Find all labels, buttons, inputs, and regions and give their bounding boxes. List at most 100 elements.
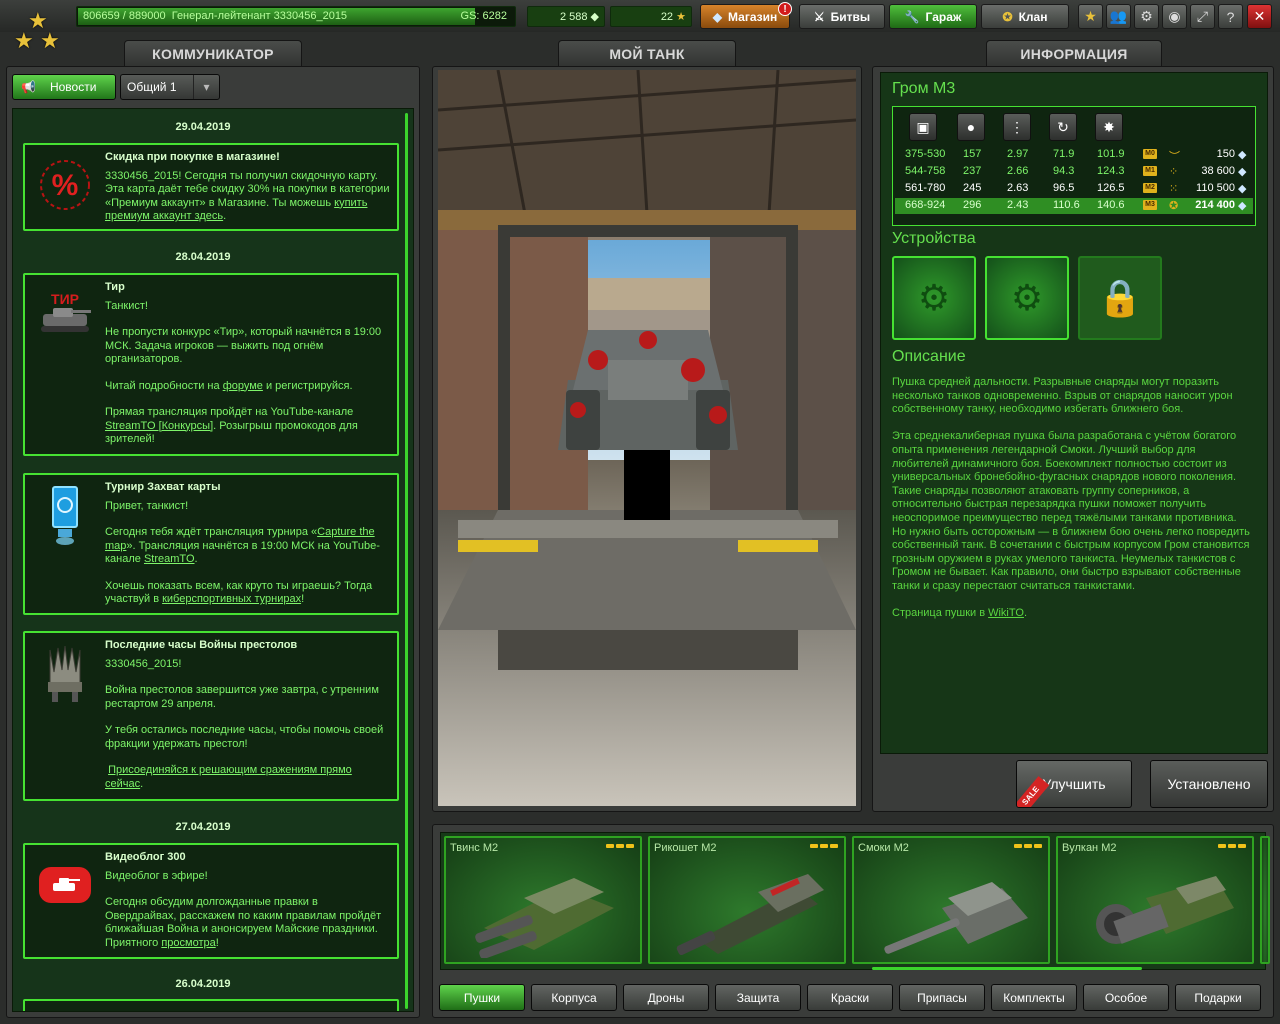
news-card: Видеоблог 300 Видеоблог в эфире! Сегодня… — [23, 843, 399, 959]
category-tab[interactable]: Комплекты — [991, 984, 1077, 1011]
tab-my-tank[interactable]: МОЙ ТАНК — [558, 40, 736, 68]
category-tab[interactable]: Подарки — [1175, 984, 1261, 1011]
achievements-button[interactable]: ★ — [1078, 4, 1103, 29]
wiki-link[interactable]: WikiTO — [988, 607, 1024, 619]
news-feed[interactable]: 29.04.2019 % Скидка при покупке в магази… — [12, 108, 414, 1012]
crystal-icon: ◆ — [1238, 183, 1247, 195]
news-button[interactable]: 📢 Новости — [12, 74, 116, 100]
category-tab[interactable]: Особое — [1083, 984, 1169, 1011]
category-tab[interactable]: Дроны — [623, 984, 709, 1011]
rank-dots-icon: ⁙ — [1169, 183, 1179, 195]
battles-button[interactable]: ⚔ Битвы — [799, 4, 885, 29]
category-tab[interactable]: Корпуса — [531, 984, 617, 1011]
category-tab[interactable]: Краски — [807, 984, 893, 1011]
megaphone-icon: 📢 — [21, 80, 36, 94]
stats-table: ▣ ● ⋮ ↻ ✸ 375-530 157 2.97 71.9 101.9 M0… — [892, 106, 1256, 226]
upgrade-button[interactable]: SALE Улучшить — [1016, 760, 1132, 808]
fullscreen-button[interactable]: ⤢ — [1190, 4, 1215, 29]
stat-impact: 296 — [963, 199, 982, 211]
help-button[interactable]: ? — [1218, 4, 1243, 29]
device-slot-3-locked[interactable]: 🔒 — [1078, 256, 1162, 340]
device-slot-1[interactable]: ⚙ — [892, 256, 976, 340]
item-card-name: Рикошет M2 — [654, 842, 717, 854]
stat-price: 150 — [1216, 148, 1235, 160]
item-card-ricochet[interactable]: Рикошет M2 — [648, 836, 846, 964]
item-card-name: Твинс M2 — [450, 842, 499, 854]
category-tab[interactable]: Припасы — [899, 984, 985, 1011]
news-title: Тир — [105, 281, 125, 293]
news-text: Привет, танкист! — [105, 499, 189, 512]
news-card — [23, 999, 399, 1011]
smoky-turret-icon — [884, 882, 1028, 954]
garage-label: Гараж — [925, 9, 962, 24]
devices-heading: Устройства — [892, 230, 976, 247]
sound-button[interactable]: ◉ — [1162, 4, 1187, 29]
news-scrollbar[interactable] — [405, 113, 408, 1009]
news-text: Хочешь показать всем, как круто ты играе… — [105, 580, 391, 607]
channel-select[interactable]: Общий 1 ▾ — [120, 74, 220, 100]
turret-rotation-icon: ↻ — [1049, 113, 1077, 141]
crystals-amount: 2 588 — [559, 11, 588, 23]
item-card-name: Вулкан M2 — [1062, 842, 1117, 854]
modification-level-indicator — [606, 844, 634, 848]
shop-notification-badge: ! — [778, 2, 792, 16]
item-card-partial[interactable] — [1260, 836, 1270, 964]
stats-row-m0[interactable]: 375-530 157 2.97 71.9 101.9 M0 ︶ 150 ◆ — [895, 147, 1253, 163]
news-date: 29.04.2019 — [175, 121, 231, 133]
tab-communicator[interactable]: КОММУНИКАТОР — [124, 40, 302, 68]
settings-button[interactable]: ⚙ — [1134, 4, 1159, 29]
crystal-icon: ◆ — [1238, 200, 1247, 212]
modification-level-indicator — [1014, 844, 1042, 848]
news-card: ТИР Тир Танкист! Не пропусти конкурс «Ти… — [23, 273, 399, 456]
splash-radius-icon: ✸ — [1095, 113, 1123, 141]
clan-button[interactable]: ✪ Клан — [981, 4, 1069, 29]
svg-text:ТИР: ТИР — [51, 291, 79, 307]
wrench-icon: 🔧 — [904, 9, 920, 24]
item-card-twins[interactable]: Твинс M2 — [444, 836, 642, 964]
friends-button[interactable]: 👥 — [1106, 4, 1131, 29]
stats-row-m1[interactable]: 544-758 237 2.66 94.3 124.3 M1 ⁘ 38 600 … — [895, 164, 1253, 180]
news-text-part: Сегодня тебя ждёт трансляция турнира « — [105, 526, 318, 538]
installed-button[interactable]: Установлено — [1150, 760, 1268, 808]
stream-contests-link[interactable]: StreamTO [Конкурсы] — [105, 420, 213, 432]
mod-m2-badge: M2 — [1143, 183, 1157, 193]
svg-text:%: % — [52, 169, 79, 202]
category-tab[interactable]: Пушки — [439, 984, 525, 1011]
ricochet-turret-icon — [676, 874, 824, 955]
news-text: Сегодня обсудим долгожданные правки в Ов… — [105, 896, 391, 950]
stat-reload: 2.63 — [1007, 182, 1029, 194]
stat-radius: 124.3 — [1097, 165, 1125, 177]
rank-progress-text: 806659 / 889000 Генерал-лейтенант 333045… — [83, 10, 348, 22]
rank-name: Генерал-лейтенант 3330456_2015 — [171, 10, 348, 22]
item-card-vulcan[interactable]: Вулкан M2 — [1056, 836, 1254, 964]
tank-preview-3d[interactable] — [438, 70, 856, 806]
news-text: Война престолов завершится уже завтра, с… — [105, 684, 379, 710]
item-name: Гром M3 — [892, 80, 956, 97]
category-tab[interactable]: Защита — [715, 984, 801, 1011]
stats-row-m3[interactable]: 668-924 296 2.43 110.6 140.6 M3 ✪ 214 40… — [895, 198, 1253, 214]
device-slot-2[interactable]: ⚙ — [985, 256, 1069, 340]
stars-amount: 22 — [660, 11, 674, 23]
mod-m0-badge: M0 — [1143, 149, 1157, 159]
modification-level-indicator — [1218, 844, 1246, 848]
shop-button[interactable]: ◆ Магазин ! — [700, 2, 792, 29]
forum-link[interactable]: форуме — [223, 380, 263, 392]
upgrade-label: Улучшить — [1042, 776, 1106, 792]
crystal-icon: ◆ — [590, 11, 599, 23]
mod-m1-badge: M1 — [1143, 166, 1157, 176]
tab-info[interactable]: ИНФОРМАЦИЯ — [986, 40, 1162, 68]
crystals-counter[interactable]: 2 588 ◆ — [527, 6, 605, 27]
close-button[interactable]: ✕ — [1247, 4, 1272, 29]
carousel-scrollbar[interactable] — [872, 967, 1142, 970]
stat-impact: 237 — [963, 165, 982, 177]
garage-button[interactable]: 🔧 Гараж — [889, 4, 977, 29]
item-card-smoky[interactable]: Смоки M2 — [852, 836, 1050, 964]
esports-tournaments-link[interactable]: киберспортивных турнирах — [162, 593, 301, 605]
streamto-link[interactable]: StreamTO — [144, 553, 195, 565]
stars-counter[interactable]: 22 ★ — [610, 6, 692, 27]
description-paragraph: Пушка средней дальности. Разрывные снаря… — [892, 376, 1233, 416]
news-text: Сегодня тебя ждёт трансляция турнира «Ca… — [105, 526, 391, 567]
rank-insignia-icon: ★ ★ ★ — [14, 8, 60, 53]
stats-row-m2[interactable]: 561-780 245 2.63 96.5 126.5 M2 ⁙ 110 500… — [895, 181, 1253, 197]
watch-video-link[interactable]: просмотра — [161, 937, 215, 949]
